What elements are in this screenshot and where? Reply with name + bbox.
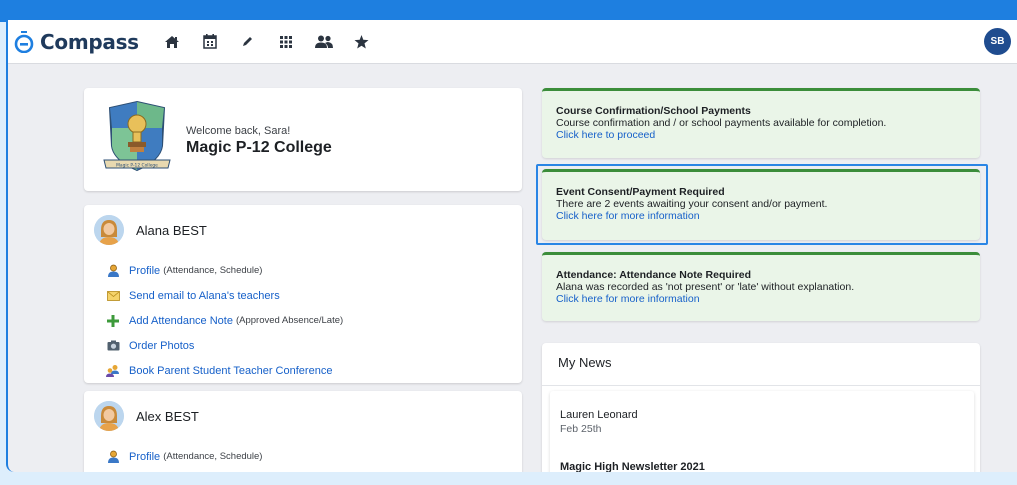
plus-icon (106, 314, 120, 328)
calendar-icon[interactable] (195, 27, 225, 57)
brand-logo[interactable]: Compass (14, 30, 139, 54)
home-icon[interactable] (157, 27, 187, 57)
news-date: Feb 25th (560, 423, 602, 435)
student-links: Profile (Attendance, Schedule) Send emai… (106, 258, 343, 383)
alert-description: Course confirmation and / or school paym… (556, 117, 887, 129)
news-author: Lauren Leonard (560, 409, 638, 421)
school-crest-icon: Magic P-12 College (103, 100, 171, 172)
link-attendance-note-note: (Approved Absence/Late) (235, 315, 344, 326)
school-card: Magic P-12 College Welcome back, Sara! M… (84, 88, 522, 191)
link-attendance-note[interactable]: Add Attendance Note (Approved Absence/La… (106, 308, 343, 333)
link-attendance-note-label[interactable]: Add Attendance Note (129, 315, 233, 327)
link-send-email[interactable]: Send email to Alana's teachers (106, 283, 343, 308)
user-avatar[interactable]: SB (984, 28, 1011, 55)
conference-icon (106, 364, 120, 378)
main-nav (153, 27, 381, 57)
people-icon[interactable] (309, 27, 339, 57)
student-name: Alana BEST (136, 222, 207, 238)
top-navbar: Compass SB (8, 20, 1017, 64)
news-headline[interactable]: Magic High Newsletter 2021 (560, 461, 705, 472)
student-name: Alex BEST (136, 408, 199, 424)
link-profile-note: (Attendance, Schedule) (163, 451, 263, 462)
link-order-photos-label[interactable]: Order Photos (129, 340, 194, 352)
link-send-email-label[interactable]: Send email to Alana's teachers (129, 290, 280, 302)
alert-course-confirmation: Course Confirmation/School Payments Cour… (542, 88, 980, 158)
link-profile[interactable]: Profile (Attendance, Schedule) (106, 258, 343, 283)
alert-description: Alana was recorded as 'not present' or '… (556, 281, 855, 293)
news-card: My News Lauren Leonard Feb 25th Magic Hi… (542, 343, 980, 472)
link-order-photos[interactable]: Order Photos (106, 333, 343, 358)
app-window: Compass SB Magic P-12 College Welcome ba… (6, 20, 1017, 472)
profile-icon (106, 264, 120, 278)
link-profile-note: (Attendance, Schedule) (163, 265, 263, 276)
student-header: Alana BEST (94, 215, 207, 245)
alert-link[interactable]: Click here to proceed (556, 129, 966, 141)
student-card-alana: Alana BEST Profile (Attendance, Schedule… (84, 205, 522, 383)
pencil-icon[interactable] (233, 27, 263, 57)
student-links: Profile (Attendance, Schedule) (106, 444, 262, 469)
student-avatar (94, 215, 124, 245)
star-icon[interactable] (347, 27, 377, 57)
welcome-text: Welcome back, Sara! (186, 125, 291, 137)
divider (542, 385, 980, 386)
highlight-box (536, 164, 988, 245)
alert-attendance-note: Attendance: Attendance Note Required Ala… (542, 252, 980, 321)
compass-logo-icon (14, 30, 34, 53)
student-header: Alex BEST (94, 401, 199, 431)
camera-icon (106, 339, 120, 353)
alert-link[interactable]: Click here for more information (556, 293, 966, 305)
news-section-title: My News (558, 355, 612, 370)
link-profile-label[interactable]: Profile (129, 265, 160, 277)
window-frame-top (0, 0, 1017, 22)
email-icon (106, 289, 120, 303)
link-book-conference[interactable]: Book Parent Student Teacher Conference (106, 358, 343, 383)
profile-icon (106, 450, 120, 464)
news-item[interactable]: Lauren Leonard Feb 25th Magic High Newsl… (550, 391, 974, 472)
alert-title: Course Confirmation/School Payments (556, 105, 751, 117)
apps-grid-icon[interactable] (271, 27, 301, 57)
student-avatar (94, 401, 124, 431)
link-profile-label[interactable]: Profile (129, 451, 160, 463)
app-name: Compass (40, 29, 139, 54)
crest-banner: Magic P-12 College (116, 162, 158, 168)
link-profile[interactable]: Profile (Attendance, Schedule) (106, 444, 262, 469)
student-card-alex: Alex BEST Profile (Attendance, Schedule) (84, 391, 522, 472)
link-book-conference-label[interactable]: Book Parent Student Teacher Conference (129, 365, 332, 377)
school-name: Magic P-12 College (186, 139, 332, 156)
alert-title: Attendance: Attendance Note Required (556, 269, 752, 281)
